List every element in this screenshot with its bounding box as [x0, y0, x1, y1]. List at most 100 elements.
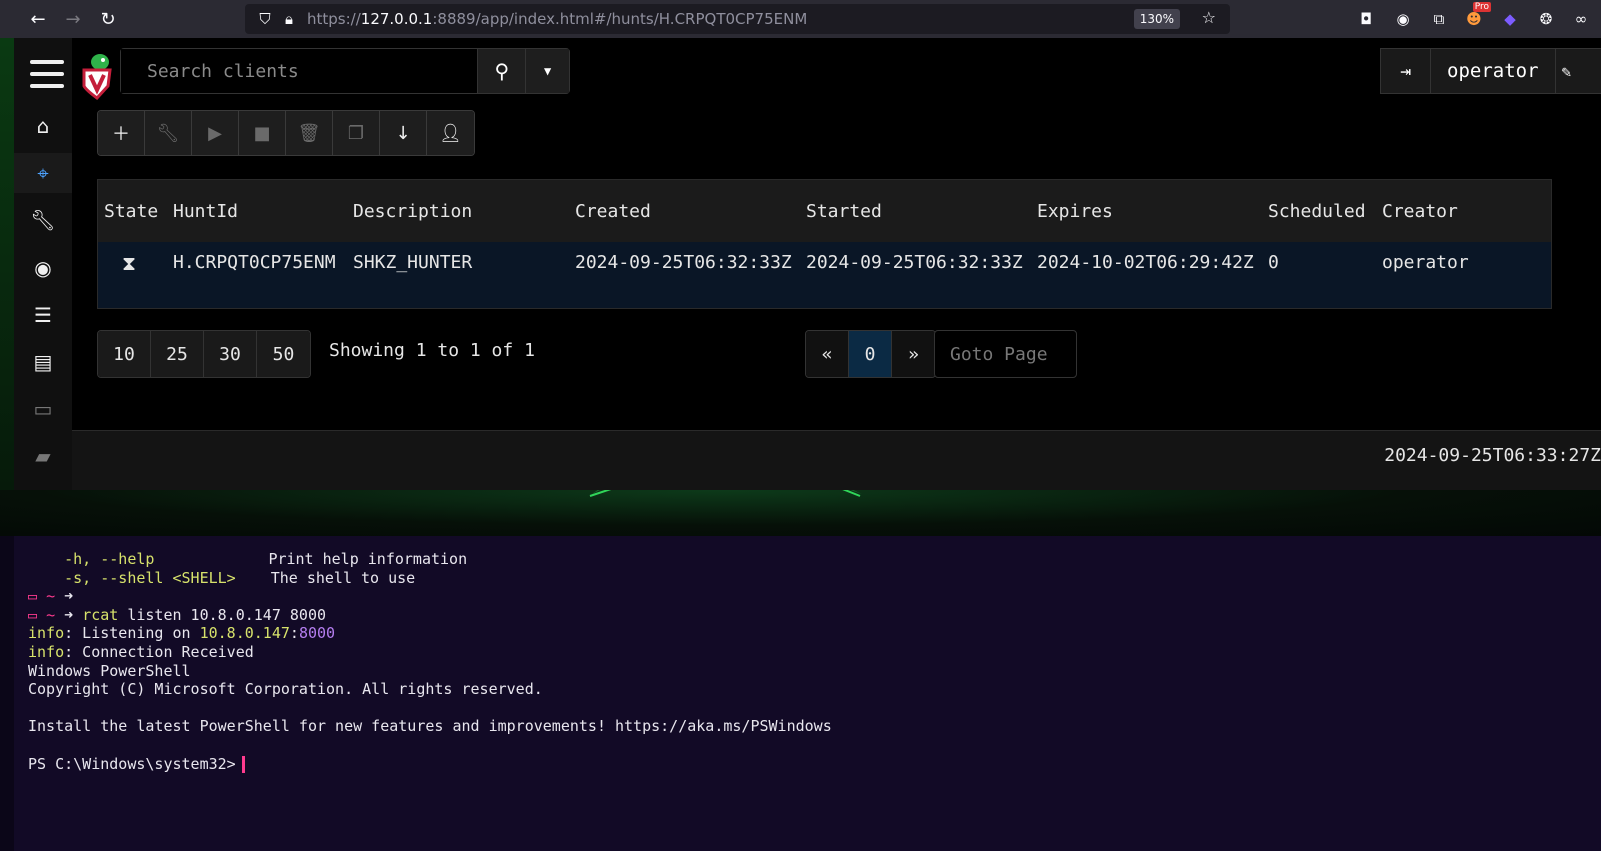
new-hunt-button[interactable]: ＋	[98, 111, 145, 155]
table-row[interactable]: ⧗ H.CRPQT0CP75ENM SHKZ_HUNTER 2024-09-25…	[98, 242, 1551, 308]
extension-badge-icon[interactable]: Pro ☻	[1463, 2, 1491, 30]
info-label: info	[28, 642, 65, 661]
zoom-level[interactable]: 130%	[1133, 9, 1180, 29]
hunt-toolbar: ＋ 🔧︎ ▶ ■ 🗑︎ ❐ ↓ 👤︎	[97, 110, 475, 156]
column-header-started[interactable]: Started	[806, 199, 882, 225]
run-hunt-button[interactable]: ▶	[192, 111, 239, 155]
help-flag: -h, --help	[28, 550, 155, 568]
page-size-30[interactable]: 30	[204, 331, 257, 377]
table-header: State HuntId Description Created Started…	[98, 180, 1551, 242]
home-icon[interactable]: ⌂	[14, 106, 72, 146]
menu-icon[interactable]	[30, 60, 64, 90]
delete-hunt-button[interactable]: 🗑︎	[286, 111, 333, 155]
listen-ip: 10.8.0.147	[199, 624, 290, 643]
search-icon[interactable]: ⚲	[477, 49, 526, 93]
stop-hunt-button[interactable]: ■	[239, 111, 286, 155]
page-size-10[interactable]: 10	[98, 331, 151, 377]
terminal[interactable]: -h, --help Print help information -s, --s…	[14, 536, 1601, 851]
lock-icon[interactable]: 🔒︎	[277, 10, 301, 28]
column-header-huntid[interactable]: HuntId	[173, 199, 238, 225]
user-filter-button[interactable]: 👤︎	[427, 111, 474, 155]
account-icon[interactable]: ◉	[1392, 8, 1414, 30]
url-text[interactable]: https://127.0.0.1:8889/app/index.html#/h…	[307, 10, 807, 28]
next-page-button[interactable]: »	[892, 331, 935, 377]
wrench-icon: 🔧︎	[156, 122, 180, 144]
help-desc: Print help information	[268, 550, 468, 568]
extension-cookie-icon[interactable]: ❂	[1535, 8, 1557, 30]
stop-icon: ■	[253, 122, 271, 144]
velociraptor-app: ⌂ ⌖ 🔧︎ ◉ ☰ ▤ ▭ ▰ Search clients ⚲ ▼ ⇥ op…	[14, 38, 1601, 490]
velociraptor-logo[interactable]	[80, 52, 114, 100]
column-header-expires[interactable]: Expires	[1037, 199, 1113, 225]
reload-icon[interactable]: ↻	[90, 0, 126, 38]
pocket-icon[interactable]: ◘	[1355, 8, 1377, 30]
listen-port: 8000	[298, 624, 336, 643]
info-label: info	[28, 624, 65, 643]
back-icon[interactable]: ←	[20, 0, 56, 38]
prompt-tilde: ~	[46, 587, 56, 606]
copy-icon: ❐	[347, 122, 365, 144]
cell-huntid[interactable]: H.CRPQT0CP75ENM	[173, 250, 339, 276]
command-args: listen 10.8.0.147 8000	[118, 605, 327, 624]
ps-prompt: PS C:\Windows\system32>	[28, 754, 236, 773]
connection-text: : Connection Received	[64, 642, 254, 661]
shell-flag: -s, --shell <SHELL>	[28, 568, 236, 587]
monitor-icon: ▭	[28, 587, 38, 606]
user-icon: 👤︎	[439, 122, 462, 144]
extensions-icon[interactable]: ⧉	[1428, 8, 1450, 30]
current-page[interactable]: 0	[849, 331, 892, 377]
hunts-table: State HuntId Description Created Started…	[97, 179, 1552, 309]
bookmark-star-icon[interactable]: ☆	[1202, 8, 1216, 27]
prompt-arrow-icon: ➜	[64, 587, 74, 606]
listen-text: : Listening on	[64, 624, 200, 643]
sidebar: ⌂ ⌖ 🔧︎ ◉ ☰ ▤ ▭ ▰	[14, 38, 72, 490]
folder-open-icon[interactable]: ▰	[14, 436, 72, 476]
forward-icon[interactable]: →	[55, 0, 91, 38]
listen-colon: :	[289, 624, 299, 643]
page-size-50[interactable]: 50	[257, 331, 310, 377]
ps-title: Windows PowerShell	[28, 661, 191, 680]
server-icon[interactable]: ☰	[14, 295, 72, 335]
extension-glasses-icon[interactable]: ∞	[1570, 8, 1592, 30]
extension-diamond-icon[interactable]: ◆	[1499, 8, 1521, 30]
column-header-creator[interactable]: Creator	[1382, 199, 1458, 225]
shield-icon[interactable]: ⛉	[253, 10, 277, 28]
chevron-down-icon[interactable]: ▼	[525, 49, 569, 93]
trash-icon: 🗑︎	[297, 122, 321, 144]
goto-page-input[interactable]: Goto Page	[934, 330, 1077, 378]
search-input[interactable]: Search clients	[121, 49, 478, 93]
desktop-background-glow	[0, 490, 1601, 536]
cell-started: 2024-09-25T06:32:33Z	[806, 252, 1023, 273]
crosshairs-icon[interactable]: ⌖	[14, 153, 72, 193]
column-header-description[interactable]: Description	[353, 199, 472, 225]
column-header-created[interactable]: Created	[575, 199, 651, 225]
download-button[interactable]: ↓	[380, 111, 427, 155]
cell-description: SHKZ_HUNTER	[353, 252, 473, 273]
terminal-cursor	[241, 755, 245, 773]
edit-hunt-button[interactable]: 🔧︎	[145, 111, 192, 155]
column-header-state[interactable]: State	[104, 199, 158, 225]
laptop-icon[interactable]: ▭	[14, 389, 72, 429]
client-search: Search clients ⚲ ▼	[120, 48, 570, 94]
plus-icon: ＋	[112, 124, 130, 145]
status-footer: 2024-09-25T06:33:27Z	[72, 430, 1601, 490]
column-header-scheduled[interactable]: Scheduled	[1268, 199, 1366, 225]
user-box: ⇥ operator ✎	[1380, 48, 1601, 94]
eye-icon[interactable]: ◉	[14, 248, 72, 288]
pager: « 0 »	[805, 330, 936, 378]
page-size-25[interactable]: 25	[151, 331, 204, 377]
wrench-icon[interactable]: 🔧︎	[14, 200, 72, 240]
edit-icon[interactable]: ✎	[1556, 49, 1596, 93]
prev-page-button[interactable]: «	[806, 331, 849, 377]
copy-hunt-button[interactable]: ❐	[333, 111, 380, 155]
cell-scheduled: 0	[1268, 252, 1279, 273]
book-icon[interactable]: ▤	[14, 342, 72, 382]
browser-toolbar: ← → ↻ ⛉ 🔒︎ https://127.0.0.1:8889/app/in…	[0, 0, 1601, 38]
username[interactable]: operator	[1431, 49, 1556, 93]
logout-icon[interactable]: ⇥	[1381, 49, 1431, 93]
page-size-selector: 10 25 30 50	[97, 330, 311, 378]
cell-expires: 2024-10-02T06:29:42Z	[1037, 252, 1254, 273]
cell-created: 2024-09-25T06:32:33Z	[575, 252, 792, 273]
address-bar[interactable]: ⛉ 🔒︎ https://127.0.0.1:8889/app/index.ht…	[245, 4, 1230, 34]
desktop-background	[0, 38, 14, 490]
